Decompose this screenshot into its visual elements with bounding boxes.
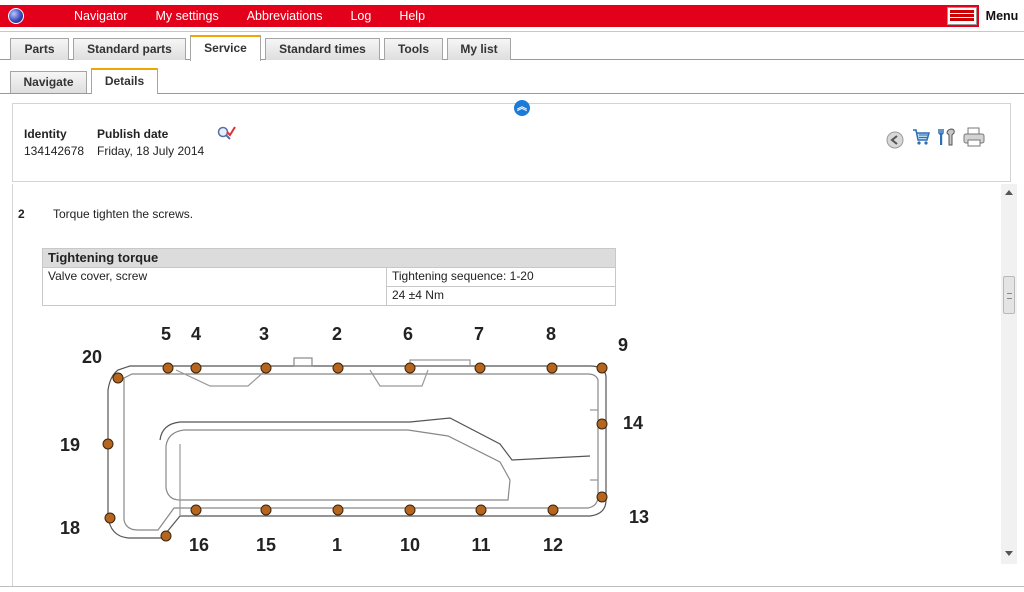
bolt-label: 3 — [259, 324, 269, 344]
scroll-up-arrow-icon[interactable] — [1005, 190, 1013, 195]
scroll-down-arrow-icon[interactable] — [1005, 551, 1013, 556]
bolt-marker — [547, 504, 559, 516]
bolt-label: 4 — [191, 324, 201, 344]
brand-logo — [947, 7, 977, 25]
scroll-thumb[interactable] — [1003, 276, 1015, 314]
subtab-details[interactable]: Details — [91, 68, 158, 94]
bolt-label: 7 — [474, 324, 484, 344]
bolt-marker — [160, 530, 172, 542]
publish-date-value: Friday, 18 July 2014 — [97, 144, 205, 158]
tab-tools[interactable]: Tools — [384, 38, 443, 60]
bolt-marker — [474, 362, 486, 374]
bolt-label: 1 — [332, 535, 342, 555]
top-nav: Navigator My settings Abbreviations Log … — [60, 5, 439, 27]
tools-icon[interactable] — [937, 127, 957, 147]
publish-date-label: Publish date — [97, 127, 169, 141]
bolt-label: 18 — [60, 518, 80, 538]
subtab-navigate[interactable]: Navigate — [10, 71, 87, 93]
nav-help[interactable]: Help — [385, 5, 439, 27]
tab-parts[interactable]: Parts — [10, 38, 69, 60]
app-logo-icon — [8, 8, 24, 24]
bolt-marker — [260, 362, 272, 374]
valve-cover-diagram: 5 4 3 2 6 7 8 9 20 14 19 13 18 16 15 1 10 11 12 — [60, 324, 649, 555]
torque-table-title: Tightening torque — [42, 248, 616, 268]
back-icon[interactable] — [885, 130, 905, 150]
valve-cover-outline — [107, 357, 607, 539]
document-header-panel — [12, 103, 1011, 182]
bolt-label: 2 — [332, 324, 342, 344]
bolt-marker — [404, 362, 416, 374]
tab-standard-times[interactable]: Standard times — [265, 38, 380, 60]
main-tabs: Parts Standard parts Service Standard ti… — [0, 35, 1024, 61]
bolt-label: 8 — [546, 324, 556, 344]
tab-service[interactable]: Service — [190, 35, 261, 61]
bolt-marker — [190, 504, 202, 516]
bolt-marker — [162, 362, 174, 374]
bolt-label: 6 — [403, 324, 413, 344]
bolt-label: 5 — [161, 324, 171, 344]
tab-standard-parts[interactable]: Standard parts — [73, 38, 186, 60]
collapse-header-icon[interactable]: ︽ — [514, 100, 530, 116]
torque-item: Valve cover, screw — [42, 267, 387, 306]
bolt-label: 19 — [60, 435, 80, 455]
torque-sequence: Tightening sequence: 1-20 — [386, 267, 616, 287]
bolt-marker — [546, 362, 558, 374]
bolt-label: 12 — [543, 535, 563, 555]
print-icon[interactable] — [962, 127, 986, 147]
identity-label: Identity — [24, 127, 67, 141]
bolt-label: 10 — [400, 535, 420, 555]
bolt-marker — [596, 362, 608, 374]
bolt-marker — [596, 418, 608, 430]
nav-abbreviations[interactable]: Abbreviations — [233, 5, 337, 27]
bolt-marker — [102, 438, 114, 450]
bolt-label: 15 — [256, 535, 276, 555]
sub-tabs: Navigate Details — [0, 68, 1024, 94]
bolt-label: 9 — [618, 335, 628, 355]
step-number: 2 — [18, 207, 25, 221]
torque-value: 24 ±4 Nm — [386, 286, 616, 306]
bottom-border — [0, 586, 1024, 587]
bolt-label: 14 — [623, 413, 643, 433]
bolt-marker — [404, 504, 416, 516]
bolt-marker — [260, 504, 272, 516]
bolt-marker — [475, 504, 487, 516]
bolt-marker — [190, 362, 202, 374]
torque-table: Tightening torque Valve cover, screw Tig… — [42, 248, 616, 306]
menu-button[interactable]: Menu — [980, 5, 1024, 27]
bolt-label: 16 — [189, 535, 209, 555]
bolt-marker — [332, 504, 344, 516]
bolt-marker — [104, 512, 116, 524]
vertical-scrollbar[interactable] — [1001, 184, 1017, 564]
top-bar: Navigator My settings Abbreviations Log … — [0, 0, 1024, 32]
shopping-cart-icon[interactable] — [911, 127, 931, 147]
bolt-label: 11 — [471, 535, 490, 555]
bolt-marker — [332, 362, 344, 374]
search-check-icon[interactable] — [216, 124, 236, 144]
identity-value: 134142678 — [24, 144, 85, 158]
nav-navigator[interactable]: Navigator — [60, 5, 142, 27]
step-text: Torque tighten the screws. — [53, 207, 194, 221]
nav-my-settings[interactable]: My settings — [142, 5, 233, 27]
nav-log[interactable]: Log — [336, 5, 385, 27]
bolt-marker — [596, 491, 608, 503]
bolt-label: 20 — [82, 347, 102, 367]
bolt-label: 13 — [629, 507, 649, 527]
tab-my-list[interactable]: My list — [447, 38, 511, 60]
bolt-marker — [112, 372, 124, 384]
